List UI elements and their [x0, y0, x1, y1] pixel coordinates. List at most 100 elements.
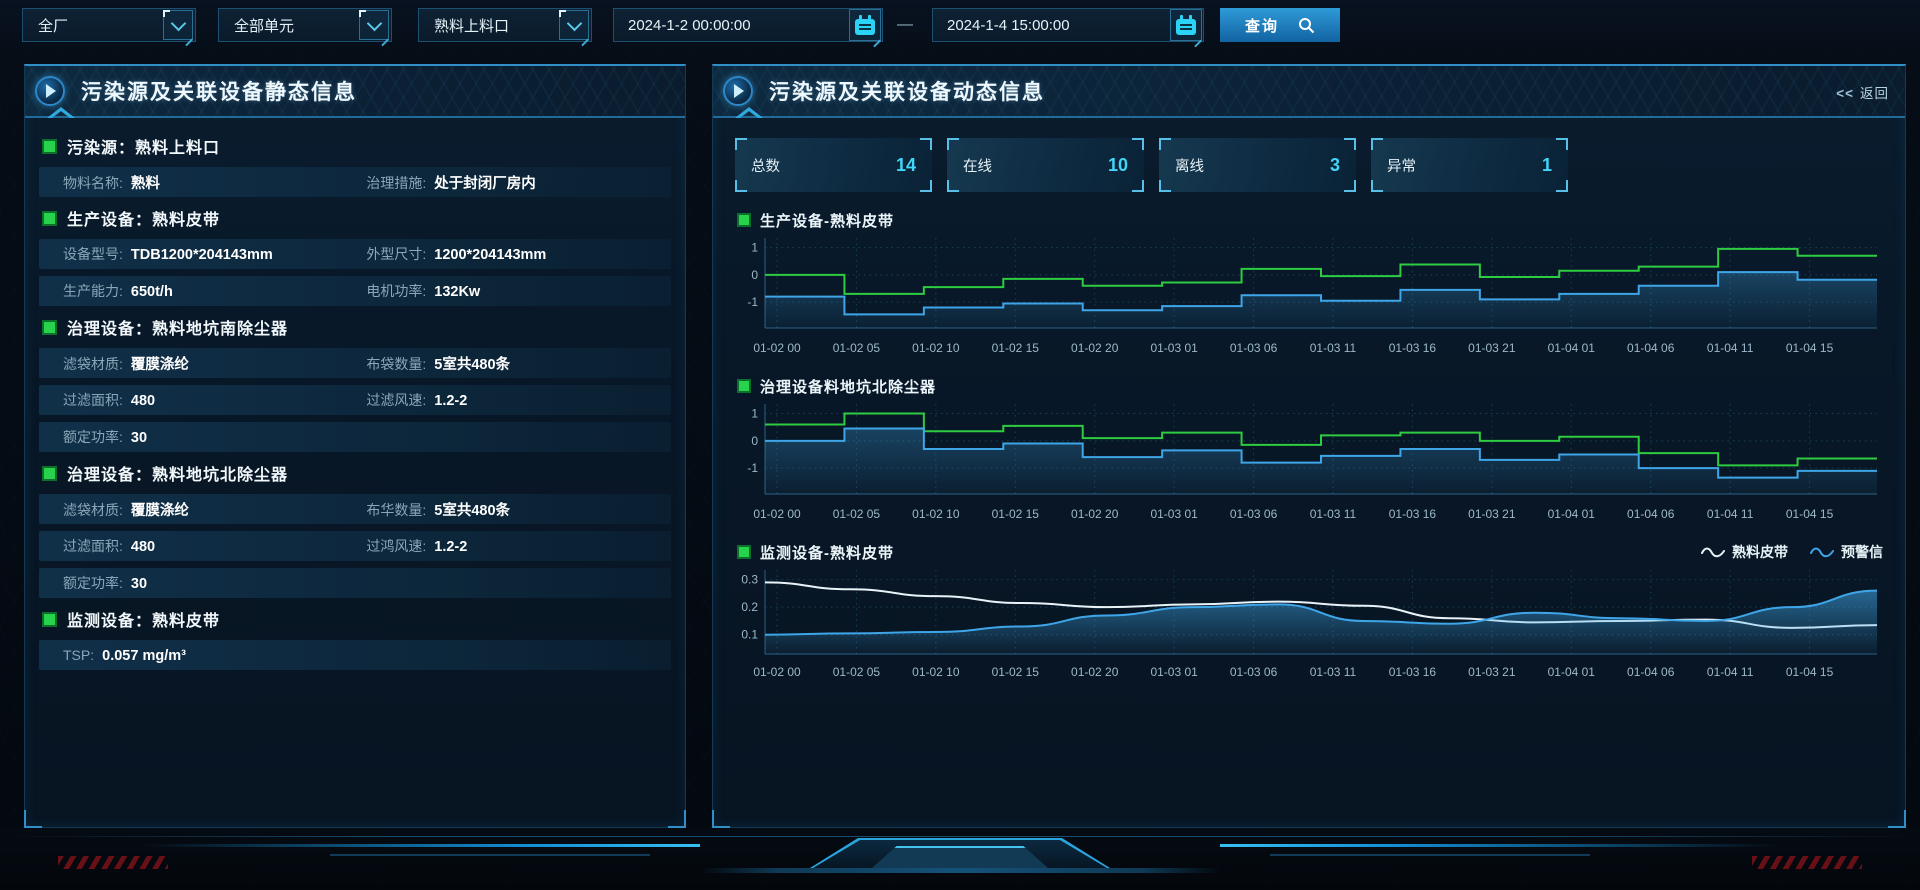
monitor-line-chart: 0.30.20.101-02 0001-02 0501-02 1001-02 1…	[735, 564, 1885, 682]
green-bullet-icon	[42, 139, 57, 154]
svg-text:01-04 01: 01-04 01	[1548, 507, 1596, 521]
static-panel-title: 污染源及关联设备静态信息	[81, 76, 357, 106]
info-label: 生产能力:	[63, 281, 123, 301]
green-bullet-icon	[42, 320, 57, 335]
search-icon	[1298, 17, 1315, 34]
svg-text:01-04 06: 01-04 06	[1627, 665, 1675, 679]
info-cell: 外型尺寸:1200*204143mm	[342, 244, 671, 264]
stat-value: 3	[1330, 155, 1340, 176]
svg-text:01-03 21: 01-03 21	[1468, 507, 1516, 521]
date-end-input[interactable]: 2024-1-4 15:00:00	[932, 8, 1204, 42]
info-cell: 生产能力:650t/h	[39, 281, 342, 301]
svg-text:01-02 00: 01-02 00	[753, 507, 801, 521]
info-value: 480	[131, 539, 155, 555]
chevron-down-icon[interactable]	[559, 10, 589, 40]
info-cell: 设备型号: TDB1200*204143mm	[39, 244, 342, 264]
calendar-icon[interactable]	[849, 9, 881, 41]
info-value: TDB1200*204143mm	[131, 247, 273, 263]
svg-text:01-02 05: 01-02 05	[833, 507, 881, 521]
group-heading-label: 治理设备：熟料地坑南除尘器	[67, 315, 288, 339]
stat-label: 在线	[963, 155, 992, 176]
panel-corner-accent	[712, 810, 730, 828]
info-label: 设备型号:	[63, 244, 123, 264]
footer-wing2-right	[1270, 854, 1590, 856]
stat-card-total: 总数 14	[735, 138, 932, 192]
footer-wing-right	[1220, 844, 1780, 847]
info-row: 滤袋材质:覆膜涤纶布华数量:5室共480条	[39, 494, 671, 524]
info-label: 滤袋材质:	[63, 500, 123, 520]
info-cell: 布华数量:5室共480条	[342, 499, 671, 520]
date-start-input[interactable]: 2024-1-2 00:00:00	[613, 8, 883, 42]
green-bullet-icon	[737, 213, 751, 227]
info-cell: 过鸿风速:1.2-2	[342, 536, 671, 556]
svg-text:01-04 06: 01-04 06	[1627, 341, 1675, 355]
info-cell: 物料名称:熟料	[39, 172, 342, 193]
info-cell: 额定功率:30	[39, 573, 342, 593]
group-heading: 治理设备：熟料地坑北除尘器	[39, 459, 671, 487]
play-icon	[35, 76, 65, 106]
info-label: 过滤面积:	[63, 536, 123, 556]
svg-text:0.1: 0.1	[741, 628, 758, 642]
source-select[interactable]: 熟料上料口	[418, 8, 592, 42]
footer-red-hatch-right	[1752, 856, 1862, 869]
stat-label: 总数	[751, 155, 780, 176]
svg-text:01-02 15: 01-02 15	[992, 507, 1040, 521]
dashboard-root: { "toolbar": { "filters": [ {"value": "全…	[0, 0, 1920, 890]
svg-text:01-02 20: 01-02 20	[1071, 341, 1119, 355]
footer-wing2-left	[330, 854, 650, 856]
plant-select[interactable]: 全厂	[22, 8, 196, 42]
svg-text:01-02 20: 01-02 20	[1071, 507, 1119, 521]
info-value: 5室共480条	[434, 499, 510, 520]
stat-card-offline: 离线3	[1159, 138, 1356, 192]
stat-value: 14	[896, 155, 916, 176]
svg-text:01-03 16: 01-03 16	[1389, 665, 1437, 679]
info-cell: 滤袋材质:覆膜涤纶	[39, 353, 342, 374]
info-label: 治理措施:	[366, 173, 426, 193]
stat-card-inner: 离线3	[1159, 138, 1356, 192]
info-cell: 布袋数量:5室共480条	[342, 353, 671, 374]
info-label: 额定功率:	[63, 427, 123, 447]
info-value: 0.057 mg/m³	[102, 648, 186, 664]
legend-label: 预警信	[1841, 542, 1883, 562]
info-cell: TSP:0.057 mg/m³	[39, 647, 342, 664]
info-label: 额定功率:	[63, 573, 123, 593]
chart-title-row: 生产设备-熟料皮带	[735, 208, 1883, 232]
back-label: 返回	[1860, 86, 1889, 101]
chevron-down-icon[interactable]	[359, 10, 389, 40]
calendar-icon[interactable]	[1170, 9, 1202, 41]
svg-text:01-03 21: 01-03 21	[1468, 341, 1516, 355]
svg-text:01-03 06: 01-03 06	[1230, 341, 1278, 355]
chart-title-row: 治理设备料地坑北除尘器	[735, 374, 1883, 398]
treatment-step-chart: 10-101-02 0001-02 0501-02 1001-02 1501-0…	[735, 398, 1885, 524]
chart-canvas: 0.30.20.101-02 0001-02 0501-02 1001-02 1…	[735, 564, 1885, 682]
svg-text:01-03 01: 01-03 01	[1150, 341, 1198, 355]
chevron-down-icon[interactable]	[163, 10, 193, 40]
svg-text:01-03 01: 01-03 01	[1150, 507, 1198, 521]
legend-item-alert[interactable]: 预警信	[1810, 542, 1883, 562]
search-button[interactable]: 查询	[1220, 8, 1340, 42]
date-end-value: 2024-1-4 15:00:00	[947, 17, 1070, 34]
back-link[interactable]: << 返回	[1836, 82, 1889, 102]
info-row: 滤袋材质:覆膜涤纶布袋数量:5室共480条	[39, 348, 671, 378]
unit-select[interactable]: 全部单元	[218, 8, 392, 42]
info-label: 布袋数量:	[366, 354, 426, 374]
info-value: 1.2-2	[434, 393, 467, 409]
line-swatch-icon	[1701, 546, 1725, 558]
footer-base-bar	[700, 868, 1220, 873]
chart-title: 治理设备料地坑北除尘器	[760, 376, 936, 397]
green-bullet-icon	[737, 545, 751, 559]
svg-text:0: 0	[751, 268, 758, 282]
svg-text:01-02 00: 01-02 00	[753, 341, 801, 355]
info-cell: 过滤面积: 480	[39, 536, 342, 556]
group-heading-label: 生产设备：熟料皮带	[67, 206, 220, 230]
date-range-separator: —	[895, 16, 915, 34]
info-row: 设备型号: TDB1200*204143mm 外型尺寸:1200*204143mm	[39, 239, 671, 269]
svg-text:1: 1	[751, 407, 758, 421]
back-chevrons-icon: <<	[1836, 86, 1854, 101]
info-value: 覆膜涤纶	[131, 353, 189, 374]
chart-title: 生产设备-熟料皮带	[760, 210, 894, 231]
footer-wing-left	[140, 844, 700, 847]
chart-canvas: 10-101-02 0001-02 0501-02 1001-02 1501-0…	[735, 232, 1885, 358]
legend-item-material-belt[interactable]: 熟料皮带	[1701, 542, 1788, 562]
svg-text:01-04 11: 01-04 11	[1707, 507, 1754, 521]
